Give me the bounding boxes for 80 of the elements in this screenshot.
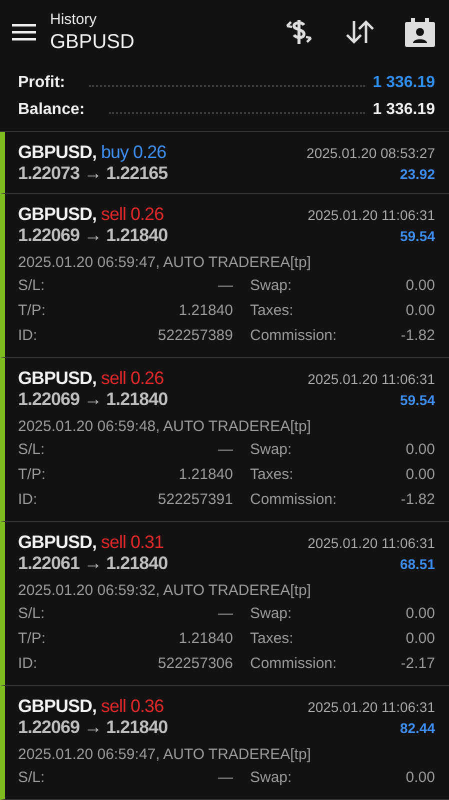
sort-arrows-icon bbox=[345, 19, 375, 45]
detail-value: 522257391 bbox=[156, 490, 233, 510]
detail-label: S/L: bbox=[18, 440, 46, 460]
trade-comment: 2025.01.20 06:59:32, AUTO TRADEREA[tp] bbox=[18, 582, 312, 599]
detail-value: -2.17 bbox=[400, 654, 435, 674]
trade-prices: 1.22069 → 1.21840 bbox=[18, 389, 168, 410]
trade-profit: 59.54 bbox=[400, 392, 435, 408]
header-title: GBPUSD bbox=[50, 30, 136, 54]
trade-profit: 59.54 bbox=[400, 228, 435, 244]
trade-prices: 1.22069 → 1.21840 bbox=[18, 225, 168, 246]
close-time: 2025.01.20 11:06:31 bbox=[308, 535, 435, 551]
detail-label: ID: bbox=[18, 326, 38, 346]
detail-label: Commission: bbox=[250, 654, 338, 674]
detail-value: 0.00 bbox=[404, 301, 435, 321]
trade-prices: 1.22061 → 1.21840 bbox=[18, 553, 168, 574]
detail-label: S/L: bbox=[18, 276, 46, 296]
summary-label: Balance: bbox=[18, 101, 85, 119]
detail-label: Taxes: bbox=[250, 301, 294, 321]
sort-button[interactable] bbox=[345, 19, 375, 45]
detail-value: 522257389 bbox=[156, 326, 233, 346]
detail-label: Taxes: bbox=[250, 465, 294, 485]
detail-label: Taxes: bbox=[250, 629, 294, 649]
trade-title: GBPUSD, sell 0.31 bbox=[18, 532, 164, 553]
detail-label: Swap: bbox=[250, 440, 293, 460]
close-time: 2025.01.20 11:06:31 bbox=[308, 699, 435, 715]
trade-title: GBPUSD, sell 0.36 bbox=[18, 696, 164, 717]
detail-value: 522257306 bbox=[156, 654, 233, 674]
detail-value: — bbox=[217, 440, 233, 460]
detail-value: — bbox=[217, 276, 233, 296]
detail-label: T/P: bbox=[18, 301, 47, 321]
header-subtitle: History bbox=[50, 10, 98, 28]
detail-value: 0.00 bbox=[404, 629, 435, 649]
detail-label: Commission: bbox=[250, 490, 338, 510]
trade-card[interactable]: GBPUSD, sell 0.26 2025.01.20 11:06:31 1.22069 → 1.21840 59.54 2025.01.20 06:59:48, AUTO TRADEREA[tp] S/L: — Swap: 0.00 T/P: 1.21840 Taxes: 0.00 ID: 522257391 Commission: -1.82 bbox=[0, 358, 449, 522]
trade-title: GBPUSD, sell 0.26 bbox=[18, 368, 164, 389]
summary-label: Profit: bbox=[18, 74, 66, 92]
trade-prices: 1.22069 → 1.21840 bbox=[18, 717, 168, 738]
detail-label: ID: bbox=[18, 654, 38, 674]
detail-label: T/P: bbox=[18, 629, 47, 649]
detail-value: -1.82 bbox=[400, 490, 435, 510]
detail-value: — bbox=[217, 768, 233, 788]
detail-label: S/L: bbox=[18, 604, 46, 624]
close-time: 2025.01.20 08:53:27 bbox=[306, 145, 435, 161]
detail-value: 0.00 bbox=[404, 276, 435, 296]
detail-label: Swap: bbox=[250, 768, 293, 788]
trade-title: GBPUSD, sell 0.26 bbox=[18, 204, 164, 225]
close-time: 2025.01.20 11:06:31 bbox=[308, 207, 435, 223]
detail-value: 0.00 bbox=[404, 440, 435, 460]
trade-comment: 2025.01.20 06:59:47, AUTO TRADEREA[tp] bbox=[18, 746, 312, 763]
contact-calendar-icon bbox=[405, 17, 435, 47]
trade-comment: 2025.01.20 06:59:48, AUTO TRADEREA[tp] bbox=[18, 418, 312, 435]
trade-prices: 1.22073 → 1.22165 bbox=[18, 163, 168, 184]
trade-card[interactable]: GBPUSD, sell 0.31 2025.01.20 11:06:31 1.22061 → 1.21840 68.51 2025.01.20 06:59:32, AUTO TRADEREA[tp] S/L: — Swap: 0.00 T/P: 1.21840 Taxes: 0.00 ID: 522257306 Commission: -2.17 bbox=[0, 522, 449, 686]
detail-value: -1.82 bbox=[400, 326, 435, 346]
detail-value: — bbox=[217, 604, 233, 624]
detail-label: Commission: bbox=[250, 326, 338, 346]
detail-label: Swap: bbox=[250, 276, 293, 296]
detail-value: 0.00 bbox=[404, 768, 435, 788]
detail-label: Swap: bbox=[250, 604, 293, 624]
trade-card[interactable]: GBPUSD, buy 0.26 2025.01.20 08:53:27 1.22073 → 1.22165 23.92 bbox=[0, 132, 449, 194]
detail-value: 1.21840 bbox=[178, 465, 233, 485]
trade-profit: 68.51 bbox=[400, 556, 435, 572]
summary-value: 1 336.19 bbox=[372, 74, 435, 92]
detail-value: 0.00 bbox=[404, 604, 435, 624]
trade-card[interactable]: GBPUSD, sell 0.26 2025.01.20 11:06:31 1.22069 → 1.21840 59.54 2025.01.20 06:59:47, AUTO TRADEREA[tp] S/L: — Swap: 0.00 T/P: 1.21840 Taxes: 0.00 ID: 522257389 Commission: -1.82 bbox=[0, 194, 449, 358]
detail-label: S/L: bbox=[18, 768, 46, 788]
summary-value: 1 336.19 bbox=[372, 101, 435, 119]
trade-comment: 2025.01.20 06:59:47, AUTO TRADEREA[tp] bbox=[18, 254, 312, 271]
trade-profit: 82.44 bbox=[400, 720, 435, 736]
detail-value: 1.21840 bbox=[178, 301, 233, 321]
detail-label: T/P: bbox=[18, 465, 47, 485]
detail-value: 0.00 bbox=[404, 465, 435, 485]
detail-label: ID: bbox=[18, 490, 38, 510]
menu-button[interactable] bbox=[12, 23, 36, 41]
trade-title: GBPUSD, buy 0.26 bbox=[18, 142, 166, 163]
calendar-button[interactable] bbox=[405, 17, 435, 47]
trade-profit: 23.92 bbox=[400, 166, 435, 182]
close-time: 2025.01.20 11:06:31 bbox=[308, 371, 435, 387]
trade-card[interactable]: GBPUSD, sell 0.36 2025.01.20 11:06:31 1.22069 → 1.21840 82.44 2025.01.20 06:59:47, AUTO TRADEREA[tp] S/L: — Swap: 0.00 bbox=[0, 686, 449, 800]
detail-value: 1.21840 bbox=[178, 629, 233, 649]
